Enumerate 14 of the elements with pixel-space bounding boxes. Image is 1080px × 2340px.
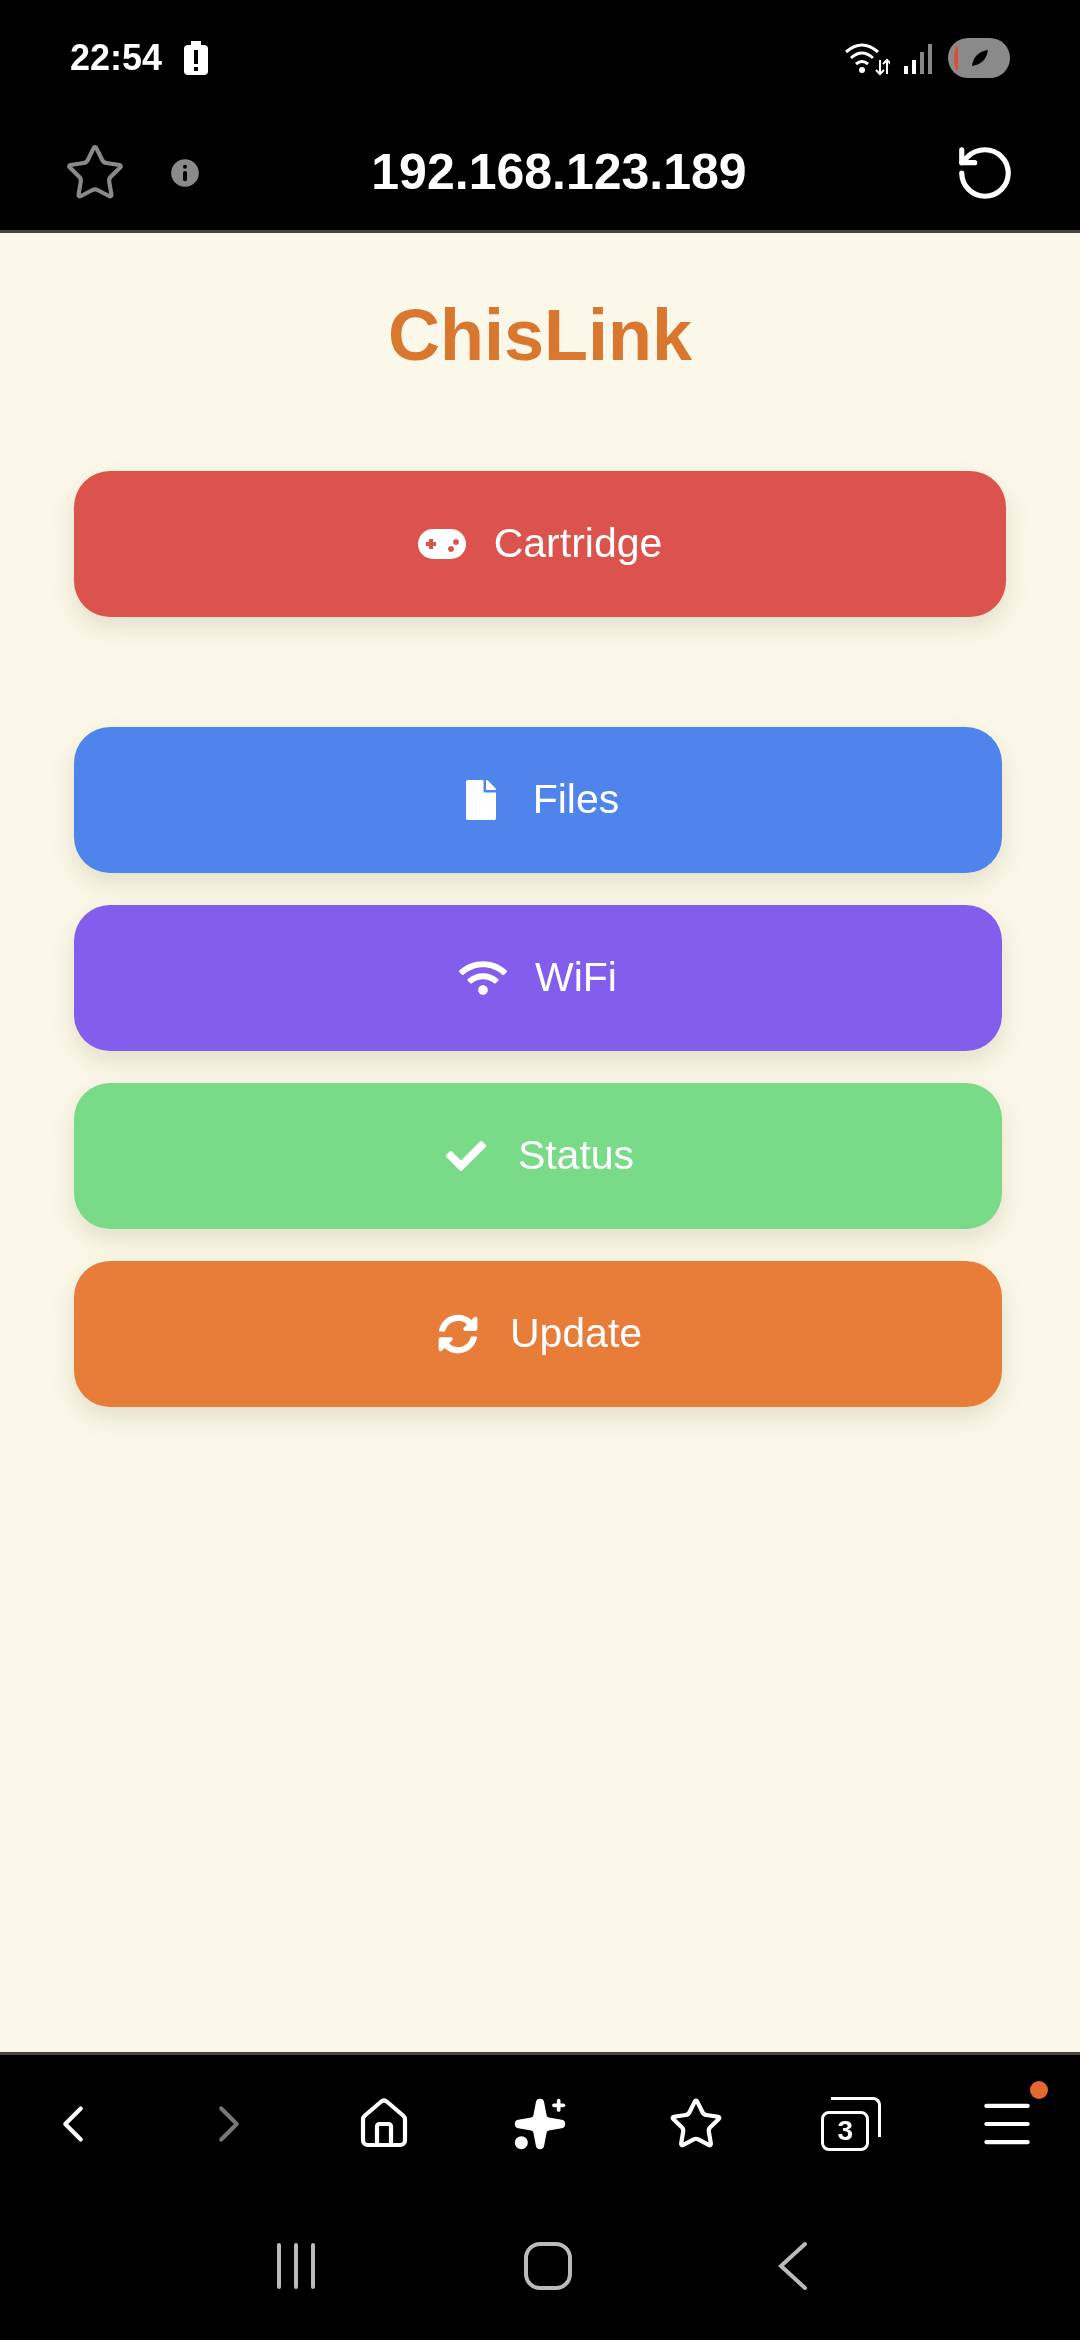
tab-count: 3: [821, 2110, 870, 2151]
page-button[interactable]: Files: [74, 727, 1002, 873]
page-button[interactable]: WiFi: [74, 905, 1002, 1051]
battery-icon: [948, 37, 1010, 78]
toolbar-button[interactable]: 3: [806, 2078, 897, 2169]
page-button[interactable]: Cartridge: [74, 471, 1006, 617]
address-url[interactable]: 192.168.123.189: [204, 135, 954, 210]
page-button[interactable]: Update: [74, 1261, 1002, 1407]
page-title: ChisLink: [387, 294, 693, 377]
cell-signal-icon: [904, 41, 934, 74]
battery-alert-icon: [184, 40, 209, 75]
home-button-icon[interactable]: [523, 2241, 573, 2291]
wifi-icon: [459, 958, 507, 998]
clock: 22:54: [70, 35, 163, 80]
